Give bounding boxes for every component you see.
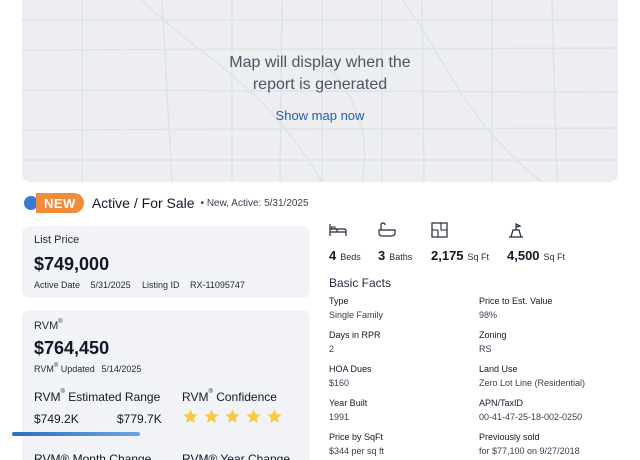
list-price-label: List Price [34,234,80,246]
listing-status-row: NEW Active / For Sale • New, Active: 5/3… [22,192,309,214]
rvm-confidence-label: RVM® Confidence [182,389,277,404]
fact-value: for $77,100 on 9/27/2018 [479,446,580,456]
fact-label: HOA Dues [329,364,372,374]
beds-stat [329,222,347,243]
sqft-stat [431,222,449,243]
show-map-link[interactable]: Show map now [22,108,618,123]
floorplan-icon [431,222,448,238]
fact-value: RS [479,344,492,354]
rvm-year-change-label: RVM® Year Change [182,452,291,460]
listing-status-title: Active / For Sale [91,195,195,211]
fact-value: $344 per sq ft [329,446,385,456]
lot-stat [507,222,525,243]
fact-label: Days in RPR [329,330,381,340]
rvm-updated: RVM® Updated 5/14/2025 [34,363,142,374]
sqft-value: 2,175 Sq Ft [431,248,490,263]
fact-label: APN/TaxID [479,398,524,408]
lot-icon [509,223,523,238]
list-price-card: List Price $749,000 Active Date 5/31/202… [22,226,310,298]
rvm-range-low: $749.2K [34,412,79,426]
rvm-confidence-stars [182,408,283,425]
fact-label: Type [329,296,349,306]
fact-value: $160 [329,378,350,388]
list-price-value: $749,000 [34,254,110,274]
star-icon [225,409,240,423]
star-icon [204,409,219,423]
rvm-label: RVM® [34,319,63,332]
fact-label: Year Built [329,398,368,408]
fact-label: Land Use [479,364,518,374]
active-date-label: Active Date [34,280,81,290]
baths-value: 3 Baths [378,248,413,263]
rvm-value: $764,450 [34,338,110,358]
listing-id-label: Listing ID [142,280,180,290]
beds-value: 4 Beds [329,248,361,263]
fact-value: 00-41-47-25-18-002-0250 [479,412,583,422]
rvm-month-change-label: RVM® Month Change [34,452,152,460]
fact-label: Previously sold [479,432,540,442]
fact-value: 2 [329,344,335,354]
lot-size-value: 4,500 Sq Ft [507,248,566,263]
new-badge: NEW [36,193,84,213]
listing-id-value: RX-11095747 [190,280,245,290]
map-placeholder: Map will display when the report is gene… [22,0,618,182]
fact-value: 98% [479,310,498,320]
star-icon [183,409,198,423]
fact-label: Price by SqFt [329,432,384,442]
fact-label: Price to Est. Value [479,296,553,306]
bath-icon [378,222,396,237]
map-message: Map will display when the report is gene… [229,54,411,93]
basic-facts-title: Basic Facts [329,276,392,290]
fact-label: Zoning [479,330,507,340]
rvm-card: RVM® $764,450 RVM® Updated 5/14/2025 RVM… [22,310,310,460]
listing-status-subtitle: • New, Active: 5/31/2025 [200,197,309,209]
baths-stat [378,222,396,243]
rvm-range-label: RVM® Estimated Range [34,389,161,404]
rvm-range-bar [12,432,140,436]
star-icon [267,409,282,423]
fact-value: Zero Lot Line (Residential) [479,378,586,388]
active-date-value: 5/31/2025 [90,280,131,290]
rvm-range-high: $779.7K [117,412,162,426]
bed-icon [329,224,347,236]
fact-value: Single Family [329,310,384,320]
fact-value: 1991 [329,412,350,422]
star-icon [246,409,261,423]
